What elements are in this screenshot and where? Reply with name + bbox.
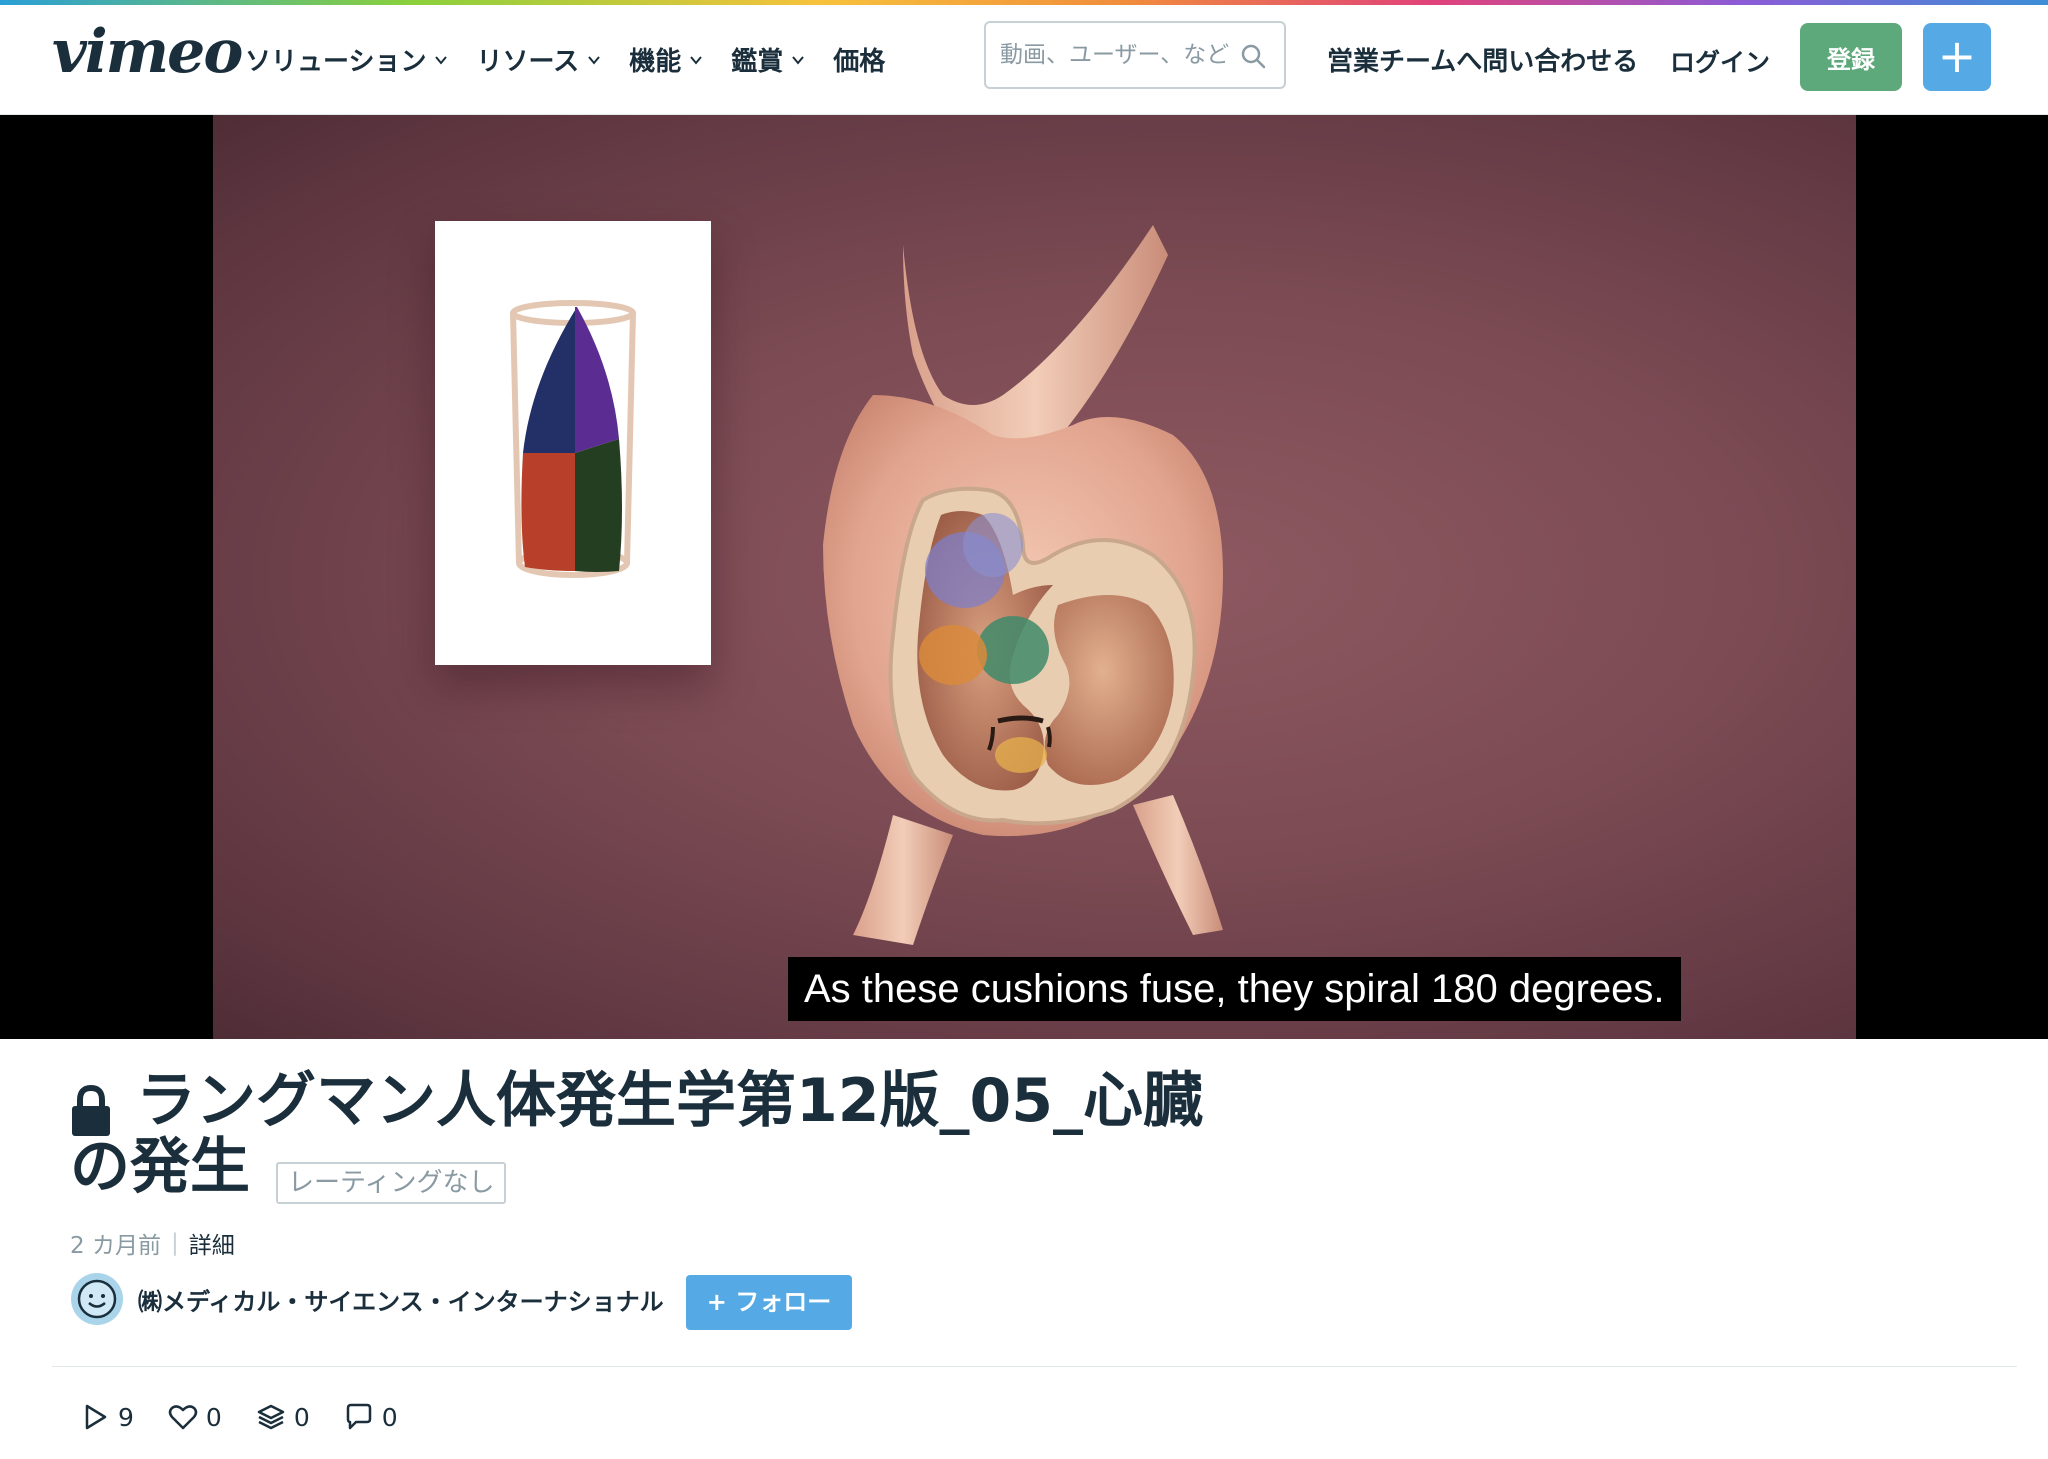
- nav-features-label: 機能: [629, 47, 682, 77]
- plays-count: 9: [118, 1402, 134, 1432]
- search-icon[interactable]: [1240, 43, 1266, 69]
- video-player[interactable]: As these cushions fuse, they spiral 180 …: [0, 115, 2048, 1039]
- comments-stat[interactable]: 0: [344, 1402, 398, 1432]
- nav-solutions[interactable]: ソリューション: [245, 41, 448, 78]
- collections-stat[interactable]: 0: [256, 1402, 310, 1432]
- cylinder-diagram: [435, 221, 711, 665]
- video-title: ラングマン人体発生学第12版_05_心臓の発生: [70, 1066, 1203, 1202]
- likes-count: 0: [205, 1402, 222, 1432]
- nav-resources-label: リソース: [476, 47, 580, 77]
- chevron-down-icon: [588, 55, 600, 65]
- chevron-down-icon: [792, 55, 804, 65]
- collections-count: 0: [293, 1402, 310, 1432]
- channel-name[interactable]: ㈱メディカル・サイエンス・インターナショナル: [138, 1282, 664, 1317]
- heart-icon: [168, 1405, 198, 1430]
- upload-button[interactable]: +: [1923, 23, 1991, 91]
- comments-count: 0: [381, 1402, 398, 1432]
- nav-watch[interactable]: 鑑賞: [731, 41, 805, 78]
- main-nav: ソリューション リソース 機能 鑑賞 価格: [245, 41, 885, 78]
- details-link[interactable]: 詳細: [189, 1226, 235, 1260]
- video-meta: 2 カ月前 | 詳細: [70, 1226, 235, 1260]
- rating-badge: レーティングなし: [276, 1162, 507, 1204]
- login-link[interactable]: ログイン: [1670, 43, 1770, 79]
- layers-icon: [257, 1404, 285, 1430]
- video-stats: 9 0 0 0: [80, 1402, 398, 1432]
- section-divider: [52, 1366, 2017, 1367]
- subtitle-caption: As these cushions fuse, they spiral 180 …: [788, 957, 1681, 1021]
- video-frame[interactable]: As these cushions fuse, they spiral 180 …: [213, 115, 1856, 1039]
- nav-pricing-label: 価格: [833, 47, 886, 77]
- vimeo-logo[interactable]: vimeo: [52, 17, 243, 87]
- meta-divider: |: [170, 1230, 179, 1256]
- nav-resources[interactable]: リソース: [476, 41, 601, 78]
- nav-features[interactable]: 機能: [629, 41, 703, 78]
- plus-icon: +: [1937, 29, 1977, 83]
- spiral-septum-diagram: [510, 300, 636, 578]
- play-icon: [85, 1404, 107, 1430]
- avatar[interactable]: [70, 1272, 124, 1326]
- chevron-down-icon: [435, 55, 448, 65]
- nav-solutions-label: ソリューション: [245, 47, 427, 77]
- contact-sales-link[interactable]: 営業チームへ問い合わせる: [1327, 41, 1638, 78]
- upload-age: 2 カ月前: [70, 1233, 161, 1259]
- search-input[interactable]: [1000, 37, 1230, 73]
- comment-icon: [346, 1403, 371, 1430]
- likes-stat[interactable]: 0: [168, 1402, 222, 1432]
- search-box: [984, 21, 1286, 89]
- follow-button[interactable]: + フォロー: [686, 1275, 852, 1330]
- nav-watch-label: 鑑賞: [731, 47, 784, 77]
- top-navigation: vimeo ソリューション リソース 機能 鑑賞 価格 営業チームへ問い合わせる…: [0, 5, 2048, 115]
- plays-stat[interactable]: 9: [80, 1402, 134, 1432]
- nav-pricing[interactable]: 価格: [833, 41, 885, 78]
- chevron-down-icon: [690, 55, 702, 65]
- register-button[interactable]: 登録: [1800, 23, 1902, 91]
- channel-row: ㈱メディカル・サイエンス・インターナショナル + フォロー: [70, 1272, 852, 1330]
